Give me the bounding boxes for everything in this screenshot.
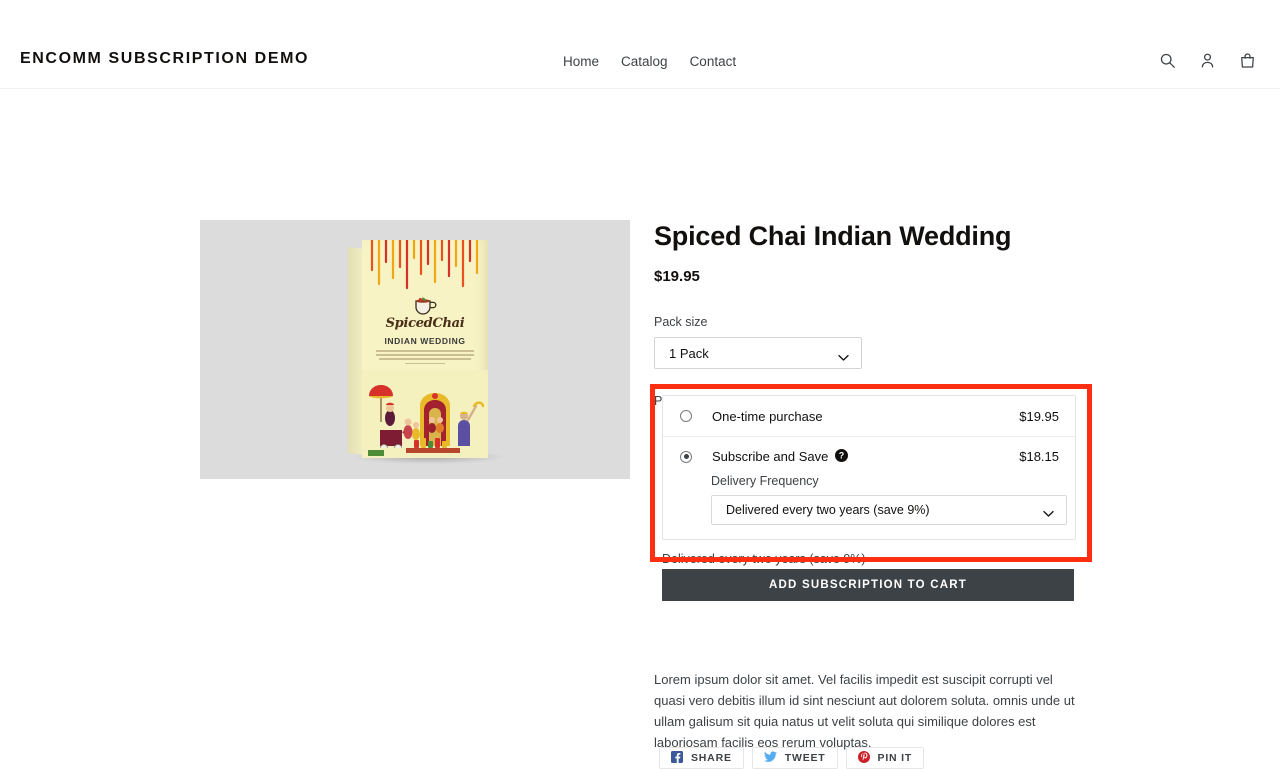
- product-box-bodytext: [376, 350, 474, 372]
- facebook-icon: [671, 750, 683, 766]
- pack-size-label: Pack size: [654, 315, 708, 330]
- help-icon[interactable]: ?: [835, 448, 849, 465]
- option-label-one-time: One-time purchase: [712, 408, 823, 424]
- share-facebook-button[interactable]: SHARE: [659, 747, 744, 769]
- nav-item-contact[interactable]: Contact: [690, 54, 737, 69]
- frequency-note: Delivered every two years (save 9%): [662, 552, 866, 566]
- share-twitter-label: TWEET: [784, 752, 826, 764]
- account-icon[interactable]: [1199, 52, 1216, 74]
- product-details: Spiced Chai Indian Wedding $19.95 Pack s…: [650, 220, 1092, 769]
- main-navigation: Home Catalog Contact: [563, 54, 736, 69]
- svg-text:?: ?: [839, 450, 845, 460]
- option-label-subscribe: Subscribe and Save: [712, 449, 829, 464]
- spiced-chai-cup-icon: [415, 297, 437, 315]
- pack-size-select[interactable]: 1 Pack: [654, 337, 862, 370]
- search-icon[interactable]: [1159, 52, 1176, 74]
- twitter-icon: [763, 750, 777, 766]
- purchase-options-group: One-time purchase $19.95 Subscribe and S…: [662, 395, 1076, 540]
- site-header: ENCOMM SUBSCRIPTION DEMO Home Catalog Co…: [0, 0, 1280, 89]
- product-box-logo: SpicedChai: [385, 316, 465, 331]
- cart-icon[interactable]: [1239, 52, 1256, 74]
- product-box-title: INDIAN WEDDING: [384, 336, 466, 346]
- purchase-option-one-time[interactable]: One-time purchase $19.95: [663, 396, 1075, 436]
- header-actions: [1159, 52, 1256, 74]
- product-box-mockup: SpicedChai INDIAN WEDDING: [348, 240, 504, 464]
- pack-size-value: 1 Pack: [669, 345, 709, 361]
- delivery-frequency-label: Delivery Frequency: [711, 474, 819, 488]
- share-pinterest-button[interactable]: PIN IT: [845, 747, 925, 769]
- chevron-down-icon: [1043, 507, 1054, 521]
- radio-one-time[interactable]: [680, 410, 692, 422]
- delivery-frequency-value: Delivered every two years (save 9%): [726, 503, 930, 517]
- purchase-option-subscribe[interactable]: Subscribe and Save ? $18.15: [663, 436, 1075, 476]
- product-price: $19.95: [654, 268, 700, 286]
- chevron-down-icon: [838, 350, 849, 365]
- share-pinterest-label: PIN IT: [877, 752, 913, 764]
- delivery-frequency-section: Delivery Frequency Delivered every two y…: [663, 474, 1075, 539]
- nav-item-home[interactable]: Home: [563, 54, 599, 69]
- add-subscription-to-cart-button[interactable]: ADD SUBSCRIPTION TO CART: [662, 569, 1074, 601]
- share-twitter-button[interactable]: TWEET: [751, 747, 838, 769]
- option-price-one-time: $19.95: [1019, 408, 1059, 424]
- radio-subscribe[interactable]: [680, 450, 692, 463]
- delivery-frequency-select[interactable]: Delivered every two years (save 9%): [711, 495, 1067, 525]
- share-facebook-label: SHARE: [691, 752, 732, 764]
- page-title: Spiced Chai Indian Wedding: [654, 221, 1012, 251]
- site-brand[interactable]: ENCOMM SUBSCRIPTION DEMO: [20, 50, 309, 68]
- product-image[interactable]: SpicedChai INDIAN WEDDING: [200, 220, 630, 479]
- pinterest-icon: [857, 750, 870, 766]
- share-buttons: SHARE TWEET PIN IT: [659, 747, 925, 769]
- indian-wedding-illustration: [362, 370, 488, 458]
- product-description: Lorem ipsum dolor sit amet. Vel facilis …: [654, 672, 1075, 751]
- nav-item-catalog[interactable]: Catalog: [621, 54, 668, 69]
- box-front-panel: SpicedChai INDIAN WEDDING: [362, 240, 488, 458]
- option-price-subscribe: $18.15: [1019, 449, 1059, 464]
- garland-decoration: [370, 240, 479, 290]
